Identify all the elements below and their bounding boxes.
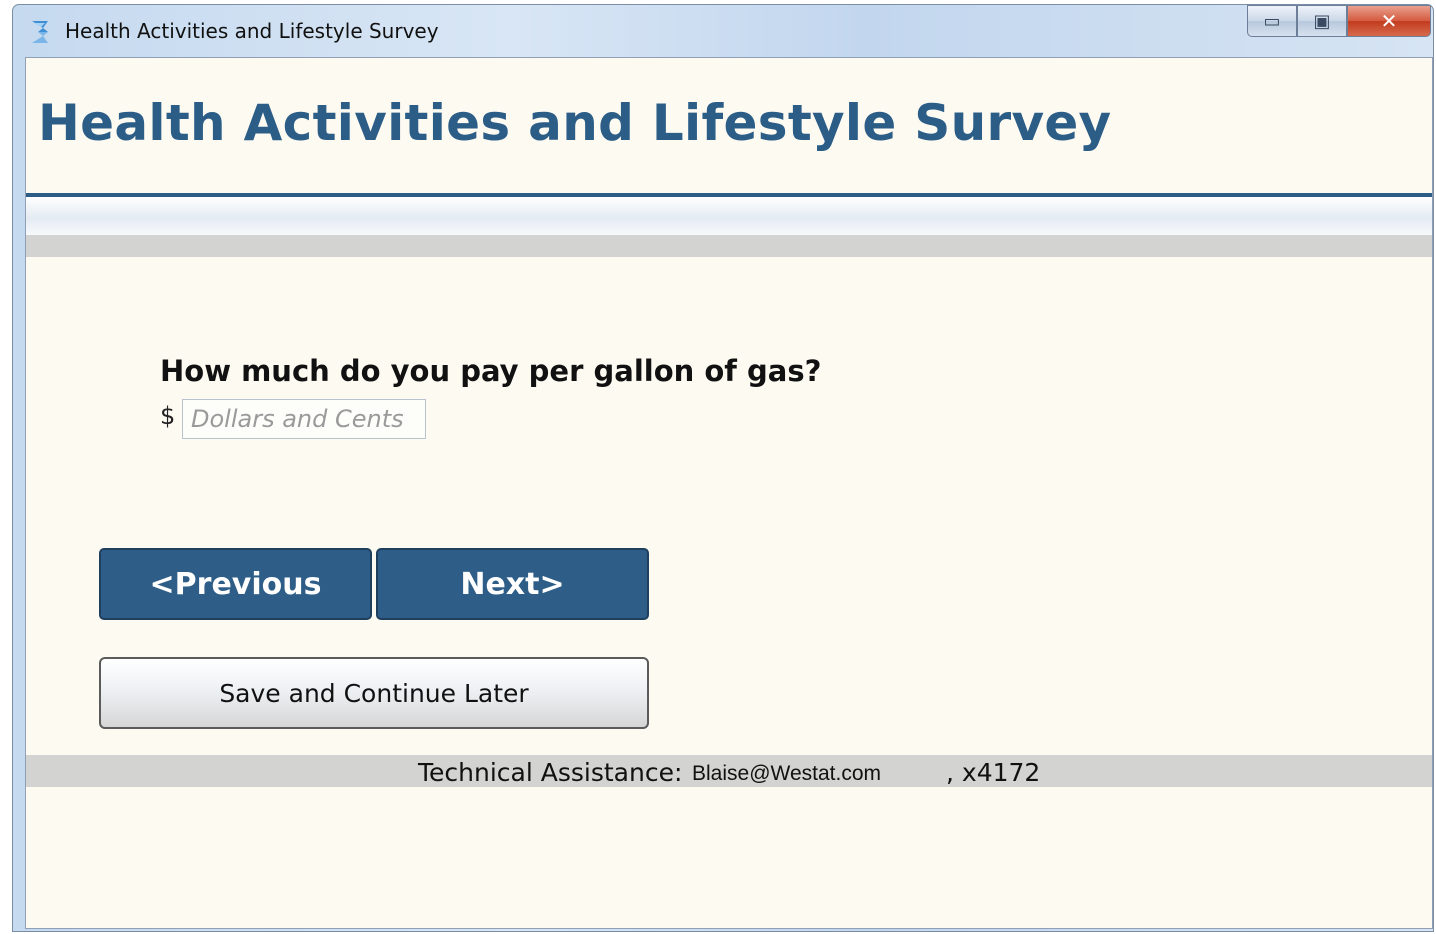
page-title: Health Activities and Lifestyle Survey (38, 94, 1112, 152)
close-button[interactable]: ✕ (1347, 5, 1431, 37)
maximize-icon: ▣ (1313, 10, 1331, 32)
minimize-icon: ▭ (1263, 10, 1281, 32)
previous-button[interactable]: <Previous (99, 548, 372, 620)
maximize-button[interactable]: ▣ (1297, 5, 1347, 37)
survey-content: Health Activities and Lifestyle Survey H… (25, 57, 1433, 929)
gas-price-input[interactable] (182, 399, 426, 439)
save-button-label: Save and Continue Later (219, 678, 529, 708)
question-text: How much do you pay per gallon of gas? (160, 354, 822, 388)
support-email: Blaise@Westat.com (692, 762, 881, 785)
header-band (26, 197, 1432, 235)
window-title: Health Activities and Lifestyle Survey (65, 19, 439, 43)
app-window: Health Activities and Lifestyle Survey ▭… (12, 4, 1434, 932)
support-extension: , x4172 (946, 758, 1041, 787)
title-bar[interactable]: Health Activities and Lifestyle Survey ▭… (13, 5, 1433, 57)
save-and-continue-later-button[interactable]: Save and Continue Later (99, 657, 649, 729)
currency-symbol: $ (160, 402, 176, 430)
next-button[interactable]: Next> (376, 548, 649, 620)
technical-assistance-label: Technical Assistance: (418, 758, 683, 787)
minimize-button[interactable]: ▭ (1247, 5, 1297, 37)
next-button-label: Next> (460, 566, 565, 602)
app-icon (29, 19, 51, 45)
progress-band (26, 235, 1432, 257)
close-icon: ✕ (1380, 9, 1398, 33)
window-controls: ▭ ▣ ✕ (1247, 5, 1431, 39)
previous-button-label: <Previous (149, 566, 322, 602)
